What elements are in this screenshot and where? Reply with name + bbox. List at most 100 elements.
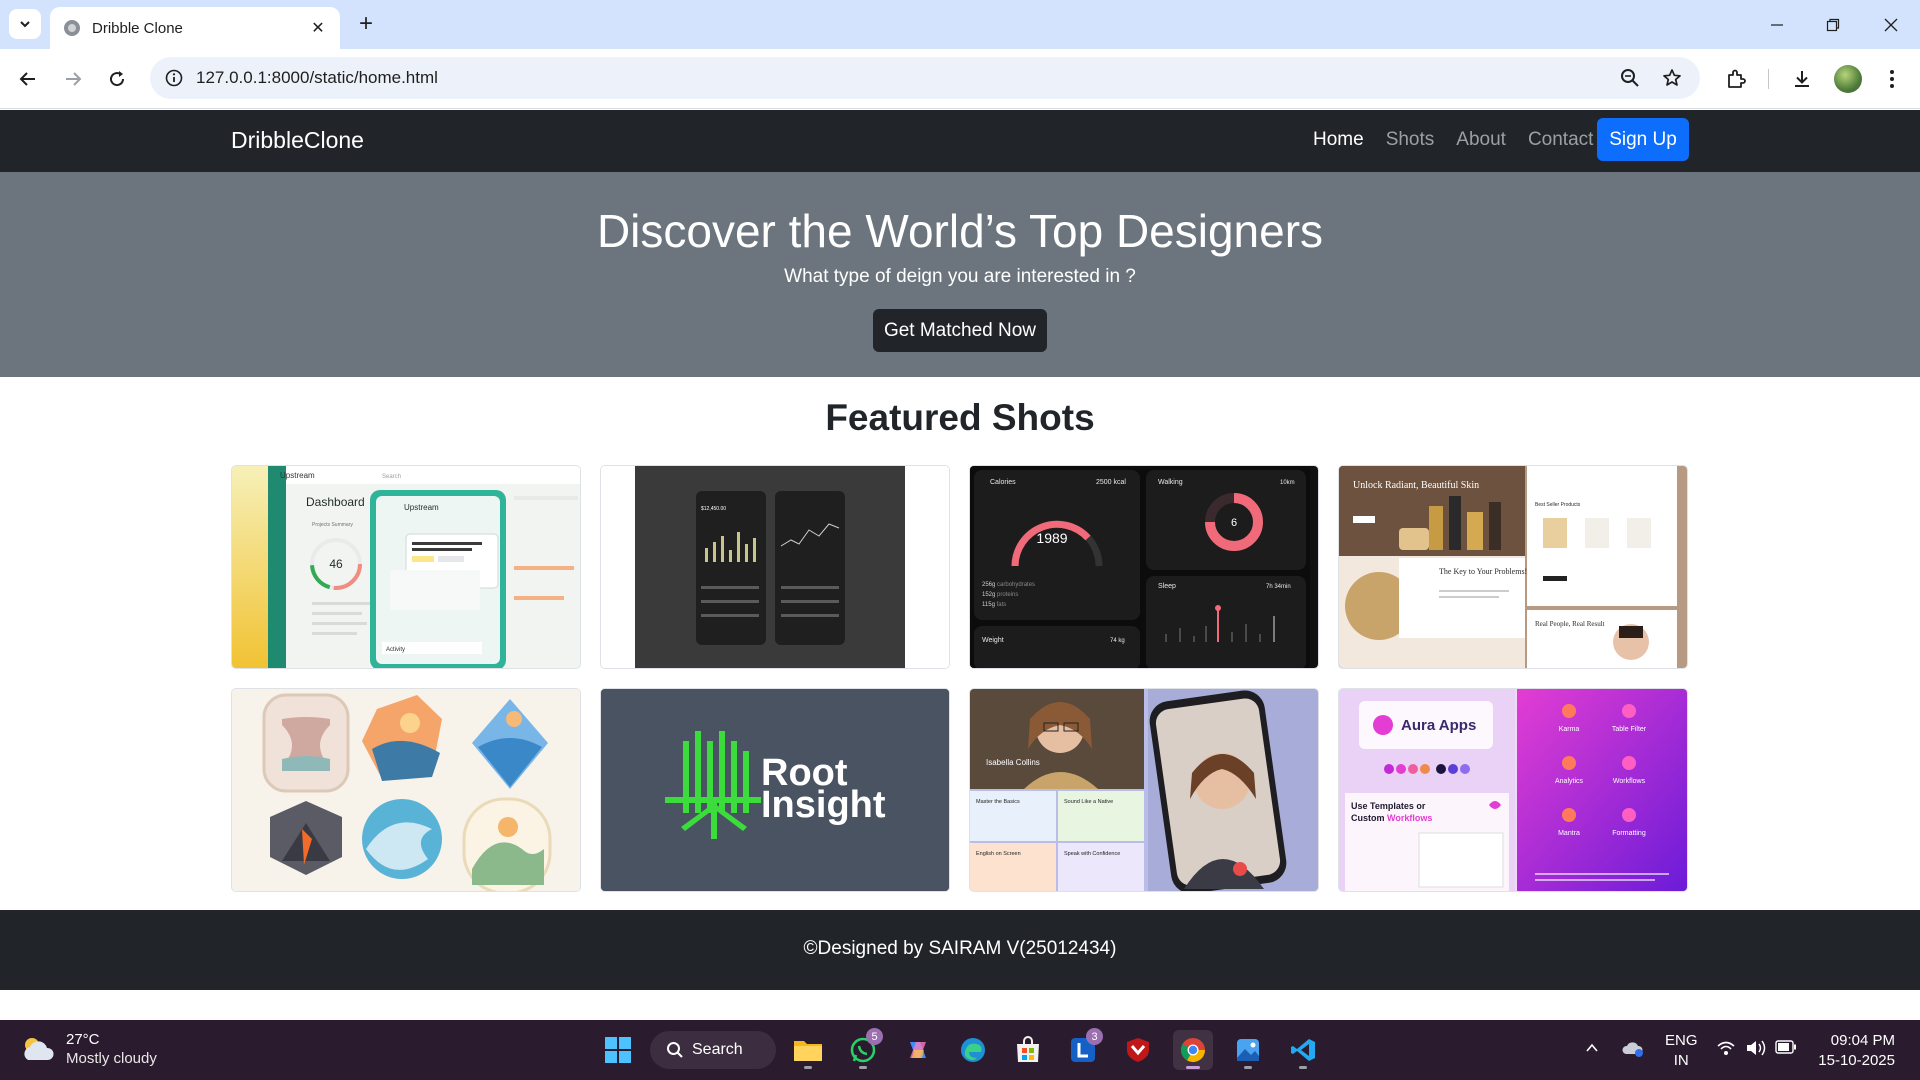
weather-temperature: 27°C — [66, 1031, 100, 1048]
svg-text:Upstream: Upstream — [280, 471, 315, 480]
taskbar-search[interactable]: Search — [650, 1031, 776, 1069]
tray-overflow-icon[interactable] — [1584, 1040, 1600, 1061]
folder-icon — [794, 1041, 822, 1061]
minimize-button[interactable] — [1754, 10, 1800, 40]
svg-text:Karma: Karma — [1559, 726, 1580, 733]
start-button[interactable] — [598, 1030, 638, 1070]
nav-link-home[interactable]: Home — [1313, 129, 1364, 151]
edge-app[interactable] — [953, 1030, 993, 1070]
tab-search-button[interactable] — [9, 9, 41, 39]
back-button[interactable] — [12, 63, 44, 95]
web-page: DribbleClone Home Shots About Contact Si… — [0, 110, 1920, 1020]
language-code: ENG — [1665, 1032, 1698, 1049]
svg-text:Sleep: Sleep — [1158, 583, 1176, 590]
volume-icon[interactable] — [1745, 1039, 1767, 1062]
browser-tab[interactable]: Dribble Clone ✕ — [50, 7, 340, 49]
battery-icon[interactable] — [1775, 1040, 1797, 1059]
vscode-app[interactable] — [1283, 1030, 1323, 1070]
svg-text:Speak with Confidence: Speak with Confidence — [1064, 851, 1120, 857]
menu-dots-icon[interactable] — [1876, 63, 1908, 95]
shield-icon — [1127, 1038, 1149, 1062]
svg-text:Real People, Real Result: Real People, Real Result — [1535, 620, 1605, 628]
nav-link-contact[interactable]: Contact — [1528, 129, 1593, 151]
nav-link-about[interactable]: About — [1456, 129, 1506, 151]
extensions-icon[interactable] — [1720, 63, 1752, 95]
arrow-left-icon — [19, 72, 35, 86]
svg-text:Search: Search — [382, 474, 401, 480]
close-tab-icon[interactable]: ✕ — [308, 18, 328, 38]
close-window-button[interactable] — [1868, 10, 1914, 40]
vscode-icon — [1291, 1039, 1315, 1061]
copilot-app[interactable] — [898, 1030, 938, 1070]
svg-text:2500 kcal: 2500 kcal — [1096, 479, 1126, 486]
svg-text:Aura Apps: Aura Apps — [1401, 717, 1476, 734]
svg-text:Master the Basics: Master the Basics — [976, 799, 1020, 805]
svg-text:Calories: Calories — [990, 479, 1016, 486]
hero-subtitle: What type of deign you are interested in… — [784, 266, 1136, 287]
svg-text:Insight: Insight — [761, 784, 886, 826]
url-text: 127.0.0.1:8000/static/home.html — [196, 68, 438, 87]
svg-text:7h 34min: 7h 34min — [1266, 584, 1291, 590]
reload-button[interactable] — [101, 63, 133, 95]
windows-taskbar: 27°C Mostly cloudy Search 5 3 ENG IN 09:… — [0, 1020, 1920, 1080]
zoom-icon[interactable] — [1618, 66, 1642, 90]
shot-root-insight-logo[interactable]: Root Insight — [600, 688, 950, 892]
mcafee-app[interactable] — [1118, 1030, 1158, 1070]
weather-widget[interactable]: 27°C Mostly cloudy — [20, 1030, 157, 1068]
shot-fitness-tracker[interactable]: Calories 2500 kcal 1989 256g carbohydrat… — [969, 465, 1319, 669]
svg-text:Activity: Activity — [386, 647, 405, 653]
language-indicator[interactable]: ENG IN — [1665, 1031, 1698, 1071]
shot-skincare-landing[interactable]: Unlock Radiant, Beautiful Skin The Key t… — [1338, 465, 1688, 669]
sign-up-button[interactable]: Sign Up — [1597, 118, 1689, 161]
shot-dark-finance-app[interactable]: $12,450.00 — [600, 465, 950, 669]
system-clock[interactable]: 09:04 PM 15-10-2025 — [1815, 1031, 1895, 1071]
shot-language-learning-app[interactable]: Isabella Collins Master the Basics Sound… — [969, 688, 1319, 892]
microsoft-store-app[interactable] — [1008, 1030, 1048, 1070]
chrome-app[interactable] — [1173, 1030, 1213, 1070]
site-navbar: DribbleClone Home Shots About Contact Si… — [0, 110, 1920, 172]
svg-text:1989: 1989 — [1036, 530, 1067, 546]
profile-avatar[interactable] — [1834, 65, 1862, 93]
forward-button[interactable] — [57, 63, 89, 95]
cloudy-weather-icon — [24, 1038, 54, 1060]
download-icon[interactable] — [1786, 63, 1818, 95]
chevron-down-icon — [20, 21, 30, 28]
tab-title: Dribble Clone — [92, 19, 183, 37]
whatsapp-app[interactable]: 5 — [843, 1028, 883, 1070]
svg-text:152g proteins: 152g proteins — [982, 592, 1018, 598]
svg-text:Best Seller Products: Best Seller Products — [1535, 502, 1581, 508]
svg-text:Walking: Walking — [1158, 479, 1183, 486]
file-explorer-app[interactable] — [788, 1030, 828, 1070]
site-info-icon[interactable] — [162, 66, 186, 90]
svg-text:Custom Workflows: Custom Workflows — [1351, 813, 1432, 823]
edge-icon — [961, 1038, 985, 1062]
l-app[interactable]: 3 — [1063, 1028, 1103, 1070]
shot-landscape-icons[interactable] — [231, 688, 581, 892]
svg-text:74 kg: 74 kg — [1110, 638, 1125, 644]
nav-link-shots[interactable]: Shots — [1386, 129, 1435, 151]
restore-button[interactable] — [1810, 10, 1856, 40]
svg-text:Unlock Radiant, Beautiful Skin: Unlock Radiant, Beautiful Skin — [1353, 480, 1479, 491]
featured-title: Featured Shots — [825, 397, 1095, 438]
shot-aura-apps[interactable]: Aura Apps Use Templates or Custom Workfl… — [1338, 688, 1688, 892]
restore-icon — [1826, 18, 1840, 32]
hero-section: Discover the World’s Top Designers What … — [0, 172, 1920, 377]
clock-date: 15-10-2025 — [1818, 1052, 1895, 1069]
svg-text:Analytics: Analytics — [1555, 778, 1584, 785]
nav-links: Home Shots About Contact — [1313, 129, 1615, 151]
new-tab-button[interactable]: + — [352, 11, 380, 39]
site-brand[interactable]: DribbleClone — [231, 127, 364, 154]
site-footer: ©Designed by SAIRAM V(25012434) — [0, 910, 1920, 990]
onedrive-icon[interactable] — [1622, 1038, 1644, 1063]
windows-logo-icon — [605, 1037, 631, 1063]
shot-upstream-dashboard[interactable]: Upstream Search Dashboard Projects Summa… — [231, 465, 581, 669]
svg-text:English on Screen: English on Screen — [976, 851, 1021, 857]
svg-text:Sound Like a Native: Sound Like a Native — [1064, 799, 1113, 805]
get-matched-button[interactable]: Get Matched Now — [873, 309, 1047, 352]
region-code: IN — [1673, 1052, 1689, 1069]
photos-app[interactable] — [1228, 1030, 1268, 1070]
taskbar-search-label: Search — [692, 1041, 743, 1058]
wifi-icon[interactable] — [1716, 1039, 1736, 1062]
address-bar[interactable]: 127.0.0.1:8000/static/home.html — [150, 57, 1700, 99]
bookmark-star-icon[interactable] — [1660, 66, 1684, 90]
